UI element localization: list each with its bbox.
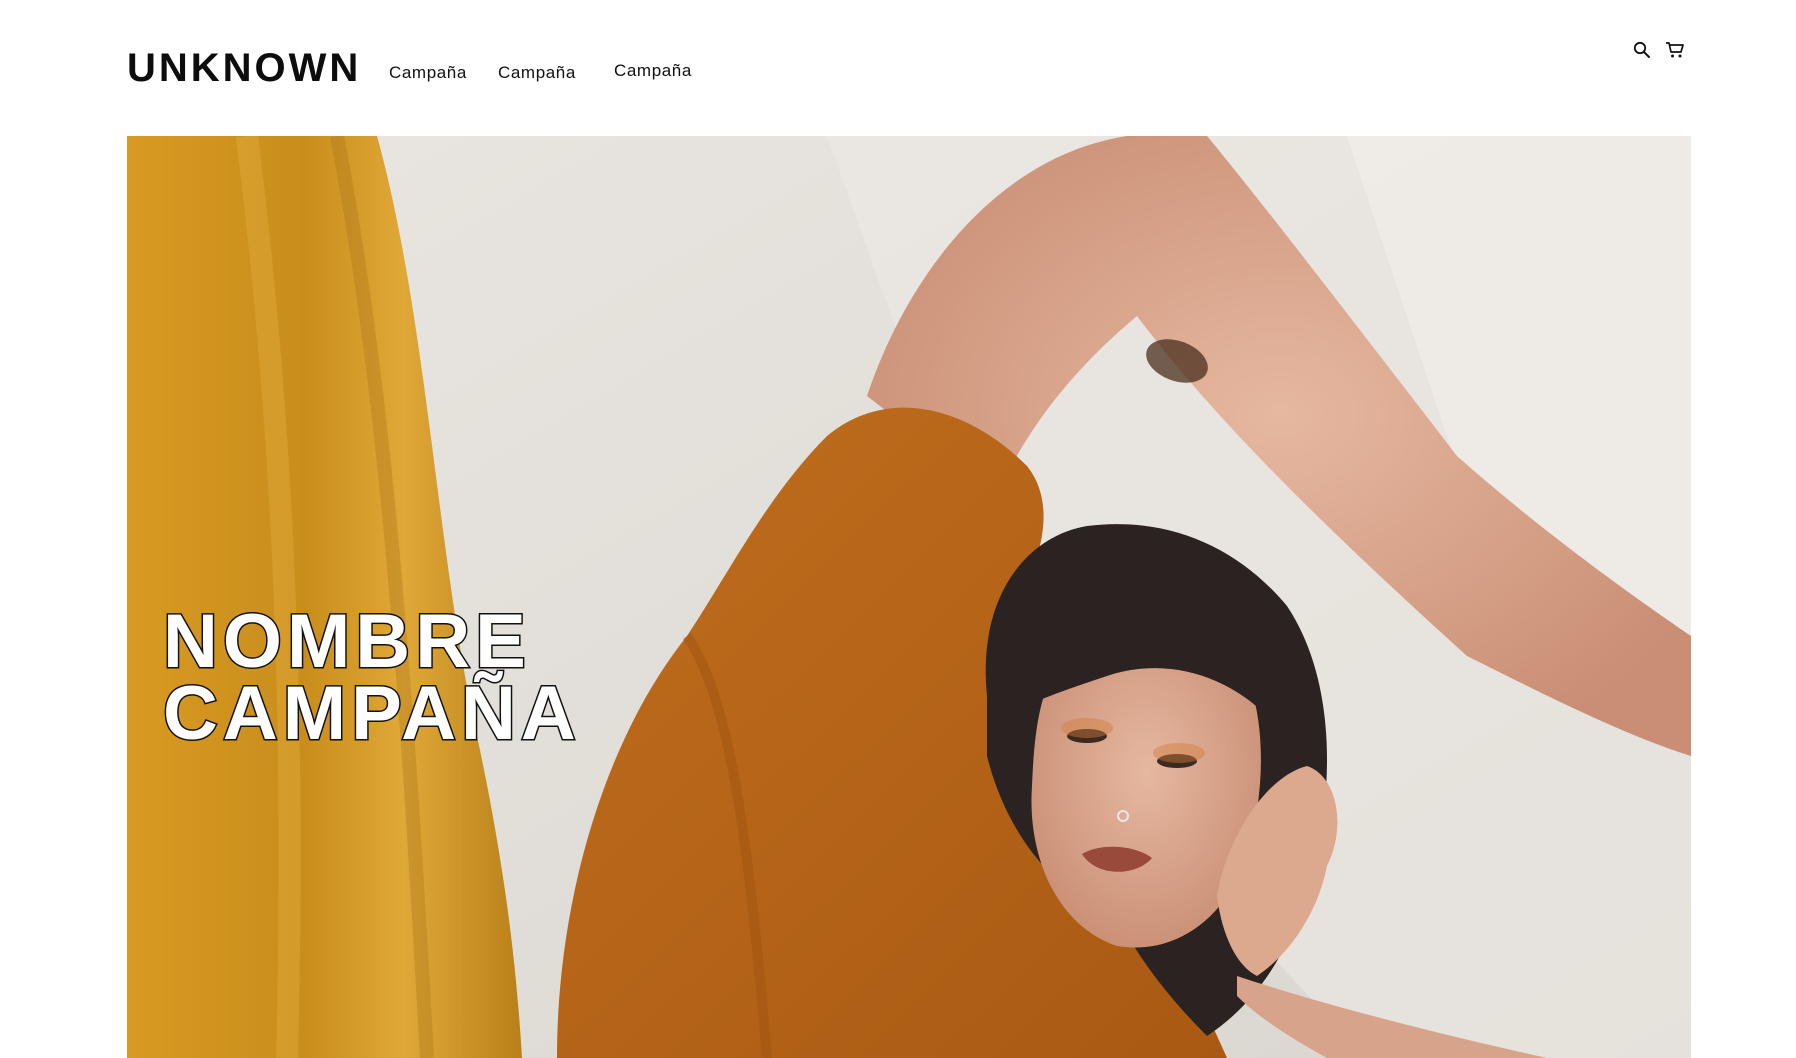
hero-banner[interactable]: NOMBRE CAMPAÑA (127, 136, 1691, 1058)
search-icon[interactable] (1630, 38, 1654, 62)
nav-item-campana-1[interactable]: Campaña (389, 63, 467, 83)
campaign-photo (127, 136, 1691, 1058)
hero-title: NOMBRE CAMPAÑA (162, 599, 581, 756)
hero-title-line-2: CAMPAÑA (162, 671, 581, 756)
nav-item-campana-3[interactable]: Campaña (614, 61, 692, 81)
brand-logo[interactable]: UNKNOWN (127, 46, 361, 91)
hero-title-line-1: NOMBRE (162, 599, 531, 684)
nav-item-campana-2[interactable]: Campaña (498, 63, 576, 83)
cart-icon[interactable] (1663, 38, 1687, 62)
site-header: UNKNOWN Campaña Campaña Campaña (0, 0, 1796, 136)
